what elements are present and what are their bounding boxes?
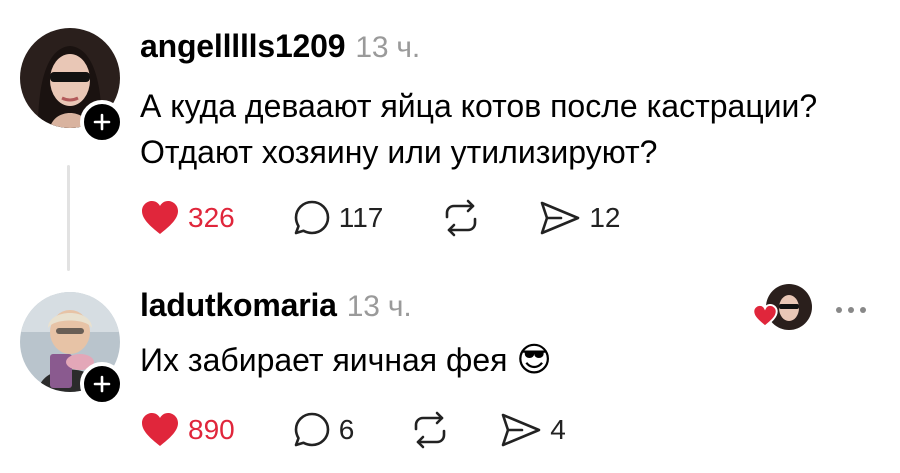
username-row: ladutkomaria 13 ч. (140, 287, 412, 324)
repost-icon (414, 411, 446, 449)
share-count: 12 (589, 202, 621, 233)
action-bar: 890 6 4 (140, 411, 624, 449)
post-text-content: Их забирает яичная фея (140, 342, 508, 378)
like-button[interactable]: 326 (140, 200, 235, 236)
like-count: 326 (188, 202, 235, 233)
reply-count: 117 (338, 202, 384, 233)
more-button[interactable] (836, 307, 866, 313)
more-icon-dot (848, 307, 854, 313)
heart-icon (142, 201, 178, 234)
share-icon (541, 201, 580, 235)
heart-icon (142, 413, 178, 446)
timestamp: 13 ч. (346, 290, 412, 323)
username-row: angellllls1209 13 ч. (140, 28, 420, 65)
action-bar: 326 117 12 (140, 199, 679, 237)
share-button[interactable]: 12 (539, 200, 621, 236)
post-text-line: А куда деваают яйца котов после кастраци… (140, 88, 818, 124)
follow-plus-button[interactable] (80, 100, 124, 144)
follow-plus-button[interactable] (80, 362, 124, 406)
comment-icon (294, 200, 330, 235)
more-icon-dot (860, 307, 866, 313)
repost-button[interactable] (441, 199, 481, 237)
comment-icon (294, 412, 330, 447)
share-icon (501, 413, 541, 447)
repost-icon (446, 199, 477, 237)
timestamp: 13 ч. (355, 31, 420, 64)
thread-line (67, 165, 70, 271)
plus-icon (93, 375, 111, 393)
heart-icon (752, 304, 778, 328)
more-icon (836, 307, 842, 313)
like-button[interactable]: 890 (140, 412, 235, 448)
reply-count: 6 (338, 414, 355, 445)
reply-button[interactable]: 6 (293, 411, 355, 449)
post-text: Их забирает яичная фея 😎 (140, 337, 552, 383)
share-count: 4 (550, 414, 566, 445)
reply-button[interactable]: 117 (293, 199, 384, 237)
post-text: А куда деваают яйца котов после кастраци… (140, 83, 817, 175)
username[interactable]: angellllls1209 (140, 28, 346, 64)
post-2: ladutkomaria 13 ч. Их забирает яичная фея… (0, 280, 900, 473)
post-1: angellllls1209 13 ч. А куда деваают яйца … (0, 0, 900, 280)
like-count: 890 (188, 414, 235, 445)
post-text-line: Отдают хозяину или утилизируют? (140, 134, 658, 170)
username[interactable]: ladutkomaria (140, 287, 337, 323)
share-button[interactable]: 4 (500, 412, 566, 448)
plus-icon (93, 113, 111, 131)
repost-button[interactable] (410, 411, 450, 449)
emoji-sunglasses: 😎 (516, 341, 552, 379)
